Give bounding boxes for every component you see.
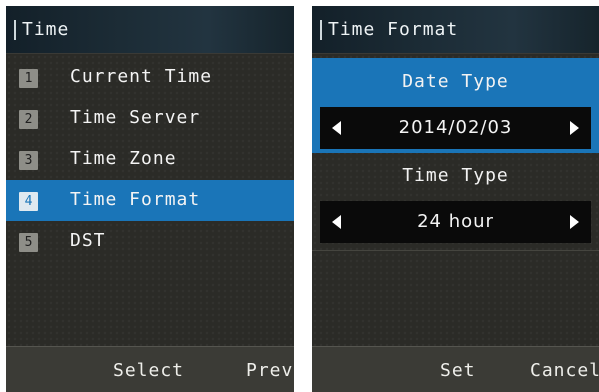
number-badge-icon: 3 [19, 151, 38, 170]
menu-item-label: Current Time [70, 66, 213, 87]
screen-title: Time [22, 19, 70, 40]
number-badge-icon: 4 [19, 192, 38, 211]
time-menu-screen: Time 1 Current Time 2 Time Server 3 Time… [6, 6, 294, 392]
arrow-right-icon[interactable] [570, 215, 579, 229]
menu-item-label: Time Zone [70, 148, 177, 169]
menu-item-label: Time Format [70, 189, 201, 210]
number-badge-icon: 1 [19, 69, 38, 88]
select-softkey[interactable]: Select [113, 360, 184, 381]
screen-title: Time Format [328, 19, 459, 40]
menu-item-current-time[interactable]: 1 Current Time [6, 57, 294, 98]
date-type-selector[interactable]: 2014/02/03 [320, 107, 591, 149]
divider [312, 250, 599, 251]
arrow-right-icon[interactable] [570, 121, 579, 135]
time-type-selector[interactable]: 24 hour [320, 201, 591, 243]
number-badge-icon: 5 [19, 233, 38, 252]
menu-item-label: Time Server [70, 107, 201, 128]
cancel-softkey[interactable]: Cancel [530, 360, 599, 381]
time-type-header: Time Type [402, 165, 509, 186]
softkey-bar: Set Cancel [312, 346, 599, 392]
time-format-screen: Time Format Date Type 2014/02/03 Time Ty… [312, 6, 599, 392]
menu-item-time-format[interactable]: 4 Time Format [6, 180, 294, 221]
date-type-row: 2014/02/03 [312, 105, 599, 153]
time-type-value: 24 hour [417, 211, 494, 232]
date-type-header: Date Type [312, 58, 599, 106]
time-type-row: 24 hour [312, 199, 599, 247]
prev-softkey[interactable]: Prev [246, 360, 293, 381]
menu-item-label: DST [70, 230, 106, 251]
menu-item-time-server[interactable]: 2 Time Server [6, 98, 294, 139]
menu-item-dst[interactable]: 5 DST [6, 221, 294, 262]
number-badge-icon: 2 [19, 110, 38, 129]
softkey-bar: Select Prev [6, 346, 294, 392]
title-bar: Time Format [312, 6, 599, 54]
menu-item-time-zone[interactable]: 3 Time Zone [6, 139, 294, 180]
date-type-value: 2014/02/03 [398, 117, 513, 138]
title-bar: Time [6, 6, 294, 54]
set-softkey[interactable]: Set [440, 360, 476, 381]
